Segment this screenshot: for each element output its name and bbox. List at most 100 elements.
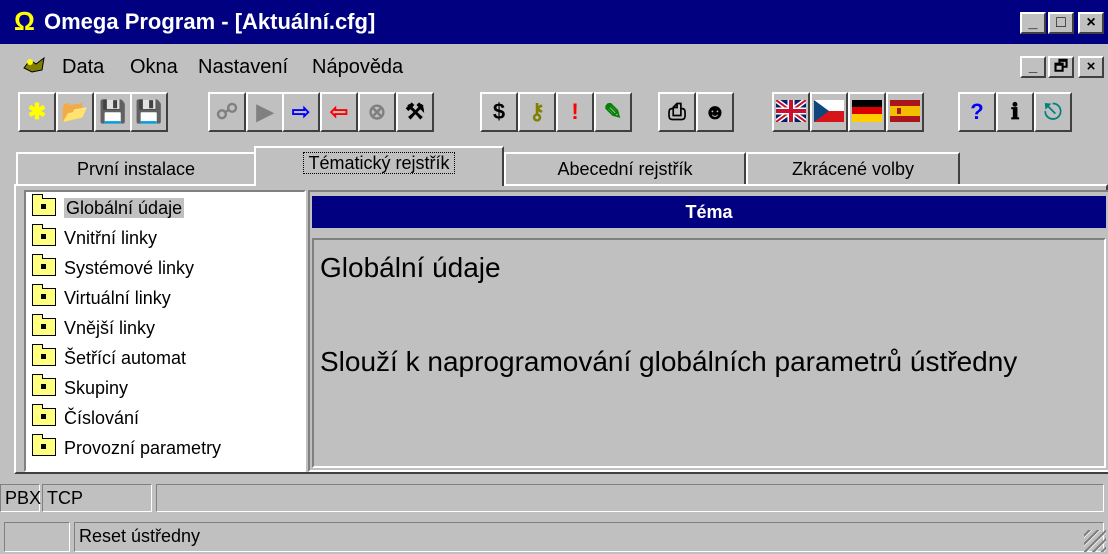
tree-item[interactable]: Systémové linky (32, 254, 194, 282)
flag-cz-icon (812, 94, 846, 130)
tools-button[interactable]: ⚒ (396, 92, 434, 132)
new-icon: ✱ (27, 99, 47, 124)
menu-bar: Data Okna Nastavení Nápověda _ 🗗 × (0, 44, 1108, 84)
save-icon: 💾 (99, 99, 127, 124)
tab-label: Tématický rejstřík (303, 152, 455, 174)
tree-item-label: Vnější linky (64, 318, 156, 338)
tree-item[interactable]: Virtuální linky (32, 284, 171, 312)
status-bar-bottom: Reset ústředny (0, 516, 1108, 554)
omega-icon[interactable]: Ω (14, 8, 35, 34)
flag-de-icon (850, 94, 884, 130)
menu-data[interactable]: Data (62, 56, 104, 78)
folder-icon (32, 194, 56, 217)
menu-napoveda[interactable]: Nápověda (312, 56, 403, 78)
tab-page: Globální údaje Vnitřní linky Systémové lin… (14, 184, 1108, 474)
connect-button[interactable]: ☍ (208, 92, 246, 132)
close-button[interactable]: × (1078, 12, 1104, 34)
folder-icon (32, 434, 56, 457)
tree-item-label: Šetřící automat (64, 348, 187, 368)
status-pbx: PBX (0, 484, 41, 512)
flag-de-button[interactable] (848, 92, 886, 132)
stop-icon: ⊗ (367, 99, 387, 124)
window-title: Omega Program - [Aktuální.cfg] (44, 9, 376, 34)
save-as-button[interactable]: 💾 (130, 92, 168, 132)
topic-tree[interactable]: Globální údaje Vnitřní linky Systémové lin… (24, 190, 306, 472)
tab-tematicky-rejstrik[interactable]: Tématický rejstřík (254, 146, 504, 186)
topic-header: Téma (312, 196, 1106, 228)
key-icon: ⚷ (528, 99, 546, 124)
new-button[interactable]: ✱ (18, 92, 56, 132)
tree-item-label: Provozní parametry (64, 438, 222, 458)
menu-okna[interactable]: Okna (130, 56, 178, 78)
tab-prvni-instalace[interactable]: První instalace (16, 152, 256, 186)
stop-button[interactable]: ⊗ (358, 92, 396, 132)
topic-description: Slouží k naprogramování globálních param… (320, 346, 1018, 377)
folder-icon (32, 254, 56, 277)
folder-icon (32, 344, 56, 367)
notes-button[interactable]: ✎ (594, 92, 632, 132)
print-button[interactable]: ⎙ (658, 92, 696, 132)
help-button[interactable]: ? (958, 92, 996, 132)
open-icon: 📂 (61, 99, 89, 124)
flag-es-icon (888, 94, 922, 130)
folder-icon (32, 224, 56, 247)
menu-nastaveni[interactable]: Nastavení (198, 56, 288, 78)
help-icon: ? (970, 99, 984, 124)
alarm-button[interactable]: ! (556, 92, 594, 132)
tab-label: Abecední rejstřík (557, 159, 693, 179)
maximize-button[interactable]: □ (1048, 12, 1074, 34)
tab-label: První instalace (76, 159, 196, 179)
flag-uk-button[interactable] (772, 92, 810, 132)
resize-grip[interactable] (1084, 530, 1106, 552)
tree-item-label: Systémové linky (64, 258, 195, 278)
mdi-restore-button[interactable]: 🗗 (1048, 56, 1074, 78)
minimize-button[interactable]: _ (1020, 12, 1046, 34)
tree-item-label: Číslování (64, 408, 140, 428)
tree-item-label: Skupiny (64, 378, 129, 398)
receive-button[interactable]: ⇦ (320, 92, 358, 132)
flag-uk-icon (774, 94, 808, 130)
tab-zkracene-volby[interactable]: Zkrácené volby (746, 152, 960, 186)
flag-cz-button[interactable] (810, 92, 848, 132)
tree-item[interactable]: Provozní parametry (32, 434, 221, 462)
folder-icon (32, 314, 56, 337)
notes-icon: ✎ (603, 99, 623, 124)
tree-item[interactable]: Vnitřní linky (32, 224, 157, 252)
status-tcp: TCP (42, 484, 152, 512)
toolbar: ✱ 📂 💾 💾 ☍ ▶ ⇨ ⇦ ⊗ ⚒ $ ⚷! ✎ ⎙ ☻? ℹ ⎋ (0, 84, 1108, 142)
dollar-icon: $ (492, 99, 506, 124)
dollar-button[interactable]: $ (480, 92, 518, 132)
document-menu-icon[interactable] (22, 54, 46, 76)
save-as-icon: 💾 (135, 99, 163, 124)
mdi-close-button[interactable]: × (1078, 56, 1104, 78)
folder-icon (32, 374, 56, 397)
title-bar[interactable]: Ω Omega Program - [Aktuální.cfg] _ □ × (0, 0, 1108, 44)
tree-item[interactable]: Číslování (32, 404, 139, 432)
tree-item-label: Globální údaje (64, 198, 185, 218)
status-message: Reset ústředny (74, 522, 1104, 552)
play-button[interactable]: ▶ (246, 92, 284, 132)
flag-es-button[interactable] (886, 92, 924, 132)
tab-strip: První instalace Tématický rejstřík Abece… (0, 142, 1108, 186)
save-button[interactable]: 💾 (94, 92, 132, 132)
mdi-minimize-button[interactable]: _ (1020, 56, 1046, 78)
folder-icon (32, 404, 56, 427)
tree-item[interactable]: Šetřící automat (32, 344, 186, 372)
tab-label: Zkrácené volby (791, 159, 915, 179)
transfer-button[interactable]: ⇨ (282, 92, 320, 132)
user-button[interactable]: ☻ (696, 92, 734, 132)
exit-icon: ⎋ (1044, 99, 1062, 124)
folder-icon (32, 284, 56, 307)
open-button[interactable]: 📂 (56, 92, 94, 132)
play-icon: ▶ (256, 99, 274, 124)
tree-item[interactable]: Skupiny (32, 374, 128, 402)
exit-button[interactable]: ⎋ (1034, 92, 1072, 132)
tab-abecedni-rejstrik[interactable]: Abecední rejstřík (504, 152, 746, 186)
info-button[interactable]: ℹ (996, 92, 1034, 132)
info-icon: ℹ (1010, 99, 1020, 124)
tree-item[interactable]: Vnější linky (32, 314, 155, 342)
tree-item[interactable]: Globální údaje (32, 194, 185, 222)
topic-body: Globální údaje Slouží k naprogramování g… (312, 238, 1106, 468)
tools-icon: ⚒ (405, 99, 425, 124)
key-button[interactable]: ⚷ (518, 92, 556, 132)
